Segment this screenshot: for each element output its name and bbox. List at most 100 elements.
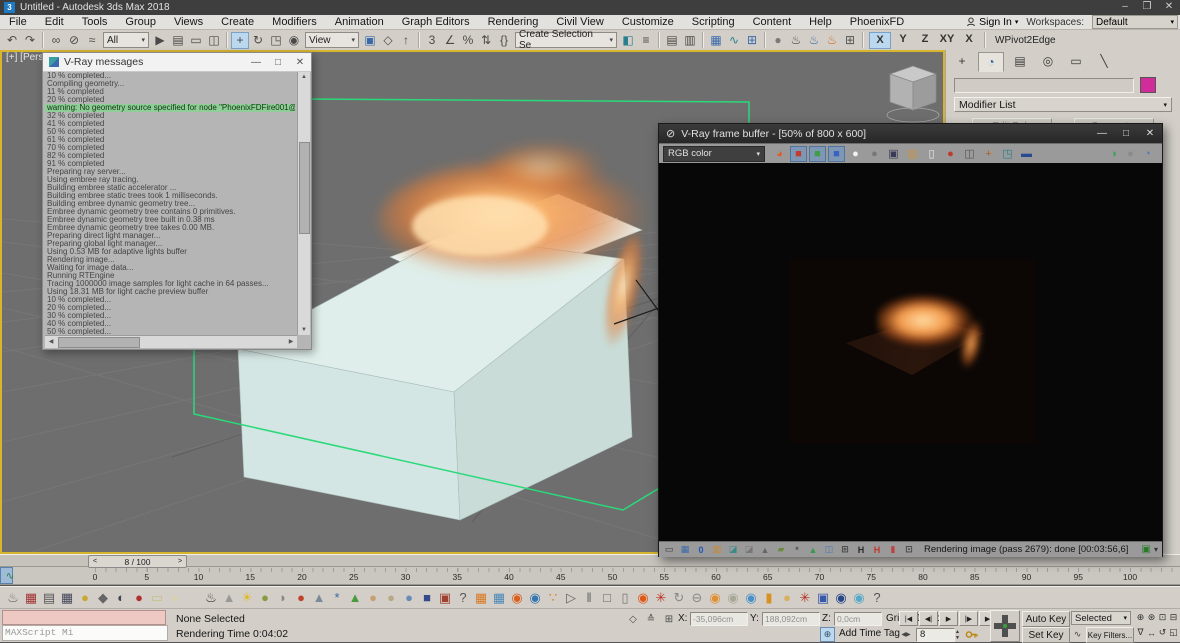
scroll-up-icon[interactable]: ▲ bbox=[298, 72, 310, 82]
menu-item[interactable]: Tools bbox=[73, 15, 117, 29]
sphere-blue-icon[interactable]: ● bbox=[400, 588, 418, 607]
plane-icon[interactable]: ▭ bbox=[148, 588, 166, 607]
x-key-button[interactable]: X bbox=[959, 32, 979, 47]
orbit-icon[interactable]: ↺ bbox=[1157, 625, 1168, 640]
image-info-icon[interactable]: ▦ bbox=[678, 543, 692, 556]
maxscript-listener-line[interactable]: MAXScript Mi bbox=[2, 625, 168, 641]
palm-preset-icon[interactable]: ✳ bbox=[796, 588, 814, 607]
region-render-button[interactable]: ◳ bbox=[999, 146, 1016, 162]
tab-modify[interactable]: ◔ bbox=[978, 52, 1004, 72]
vfb-render-canvas[interactable] bbox=[659, 163, 1162, 541]
refresh-icon[interactable]: ↻ bbox=[670, 588, 688, 607]
sphere-white-icon[interactable]: ○ bbox=[184, 588, 202, 607]
help-icon[interactable]: ? bbox=[454, 588, 472, 607]
prev-frame-arrow[interactable]: < bbox=[89, 558, 101, 565]
named-selection-dropdown[interactable]: Create Selection Se▾ bbox=[515, 32, 617, 48]
time-tag-icon[interactable]: ⊕ bbox=[820, 627, 835, 642]
h-red-icon[interactable]: H bbox=[870, 543, 884, 556]
layer-explorer-icon[interactable]: ▥ bbox=[681, 32, 699, 49]
bind-spacewarp-icon[interactable]: ≈ bbox=[83, 32, 101, 49]
histogram-icon[interactable]: ▥ bbox=[710, 543, 724, 556]
sun-icon[interactable]: ☀ bbox=[238, 588, 256, 607]
vfb-titlebar[interactable]: ⊘ V-Ray frame buffer - [50% of 800 x 600… bbox=[659, 124, 1162, 143]
maximize-viewport-icon[interactable]: ◱ bbox=[1168, 625, 1179, 640]
blue-channel-button[interactable]: ■ bbox=[828, 146, 845, 162]
menu-item[interactable]: Civil View bbox=[547, 15, 612, 29]
color-correction-button[interactable]: ◔ bbox=[1139, 146, 1156, 162]
menu-item[interactable]: Group bbox=[116, 15, 165, 29]
percent-snap-icon[interactable]: % bbox=[459, 32, 477, 49]
set-key-button[interactable]: Set Key bbox=[1022, 627, 1070, 643]
reference-coordinate-dropdown[interactable]: View▾ bbox=[305, 32, 359, 48]
navigation-pad-button[interactable] bbox=[990, 610, 1020, 642]
menu-item[interactable]: Views bbox=[165, 15, 212, 29]
blob-icon[interactable]: ● bbox=[166, 588, 184, 607]
workspaces-dropdown[interactable]: Default ▾ bbox=[1092, 15, 1178, 29]
zoom-extents-icon[interactable]: ⊡ bbox=[1157, 610, 1168, 625]
stamp-button[interactable]: ▬ bbox=[1018, 146, 1035, 162]
load-image-button[interactable]: ▨ bbox=[904, 146, 921, 162]
island-preset-icon[interactable]: ● bbox=[778, 588, 796, 607]
phoenix-help-icon[interactable]: ? bbox=[868, 588, 886, 607]
scroll-down-icon[interactable]: ▼ bbox=[298, 325, 310, 335]
pixel-probe-icon[interactable]: ⊡ bbox=[902, 543, 916, 556]
layers-icon[interactable]: ◫ bbox=[822, 543, 836, 556]
z-button[interactable]: Z bbox=[915, 32, 935, 47]
spinner-down-icon[interactable]: ▼ bbox=[955, 635, 960, 641]
play-sim-icon[interactable]: ▷ bbox=[562, 588, 580, 607]
selection-filter-dropdown[interactable]: All▾ bbox=[103, 32, 149, 48]
menu-item[interactable]: Edit bbox=[36, 15, 73, 29]
teapot-dark-icon[interactable]: ♨ bbox=[202, 588, 220, 607]
cactus-icon[interactable]: ▲ bbox=[346, 588, 364, 607]
render-setup-icon[interactable]: ♨ bbox=[787, 32, 805, 49]
curve-editor-icon[interactable]: ∿ bbox=[725, 32, 743, 49]
zoom-region-icon[interactable]: ⊟ bbox=[1168, 610, 1179, 625]
absolute-offset-icon[interactable]: ⊞ bbox=[662, 612, 676, 626]
keyboard-override-icon[interactable]: ↑ bbox=[397, 32, 415, 49]
minimize-button[interactable]: — bbox=[245, 57, 267, 68]
maximize-button[interactable]: ❒ bbox=[1138, 0, 1156, 14]
zoom-icon[interactable]: ⊕ bbox=[1135, 610, 1146, 625]
selection-region-icon[interactable]: ◇ bbox=[626, 612, 640, 626]
fullscreen-icon[interactable]: ▭ bbox=[662, 543, 676, 556]
alpha-channel-button[interactable]: ● bbox=[847, 146, 864, 162]
clipboard-button[interactable]: ▯ bbox=[923, 146, 940, 162]
close-button[interactable]: ✕ bbox=[289, 57, 311, 68]
gear-blue-icon[interactable]: * bbox=[328, 588, 346, 607]
menu-item[interactable]: Scripting bbox=[683, 15, 744, 29]
menu-item[interactable]: Customize bbox=[613, 15, 683, 29]
fire-preset-icon[interactable]: ◉ bbox=[634, 588, 652, 607]
select-place-icon[interactable]: ◉ bbox=[285, 32, 303, 49]
crate-water-icon[interactable]: ▦ bbox=[490, 588, 508, 607]
maximize-button[interactable]: □ bbox=[1114, 128, 1138, 139]
expand-icon[interactable]: ▾ bbox=[1154, 545, 1158, 554]
ribbon-icon[interactable]: ▦ bbox=[707, 32, 725, 49]
grid-icon[interactable]: ⊞ bbox=[838, 543, 852, 556]
h-dark-icon[interactable]: H bbox=[854, 543, 868, 556]
angle-snap-icon[interactable]: ∠ bbox=[441, 32, 459, 49]
ink-drop-icon[interactable]: ◉ bbox=[832, 588, 850, 607]
columns-icon[interactable]: ▮ bbox=[886, 543, 900, 556]
horizontal-scrollbar[interactable]: ◀ ▶ bbox=[45, 335, 297, 348]
teapot-icon[interactable]: ♨ bbox=[4, 588, 22, 607]
sphere-green-icon[interactable]: ● bbox=[256, 588, 274, 607]
tab-hierarchy[interactable]: ▤ bbox=[1008, 52, 1032, 70]
mini-curve-editor-button[interactable]: ∿ bbox=[3, 569, 17, 583]
particles-icon[interactable]: ∵ bbox=[544, 588, 562, 607]
window-titlebar[interactable]: 3 Untitled - Autodesk 3ds Max 2018 – ❒ ✕ bbox=[0, 0, 1180, 15]
move-icon[interactable]: + bbox=[231, 32, 249, 49]
scrollbar-thumb[interactable] bbox=[58, 337, 140, 348]
cube-icon[interactable]: ■ bbox=[418, 588, 436, 607]
sphere-red-icon[interactable]: ● bbox=[292, 588, 310, 607]
drop-blue-icon[interactable]: ◉ bbox=[742, 588, 760, 607]
maxscript-macro-line[interactable] bbox=[2, 610, 166, 625]
shells-icon[interactable]: ◗ bbox=[274, 588, 292, 607]
menu-item[interactable]: Graph Editors bbox=[393, 15, 479, 29]
time-slider-handle[interactable]: < 8 / 100 > bbox=[88, 555, 187, 568]
y-coordinate-field[interactable]: 188,092cm bbox=[762, 612, 820, 626]
xy-button[interactable]: XY bbox=[937, 32, 957, 47]
hand-icon[interactable]: ● bbox=[364, 588, 382, 607]
trash-icon[interactable]: ▯ bbox=[616, 588, 634, 607]
frame-spinner[interactable]: ▲ ▼ bbox=[953, 628, 962, 641]
schematic-view-icon[interactable]: ⊞ bbox=[743, 32, 761, 49]
